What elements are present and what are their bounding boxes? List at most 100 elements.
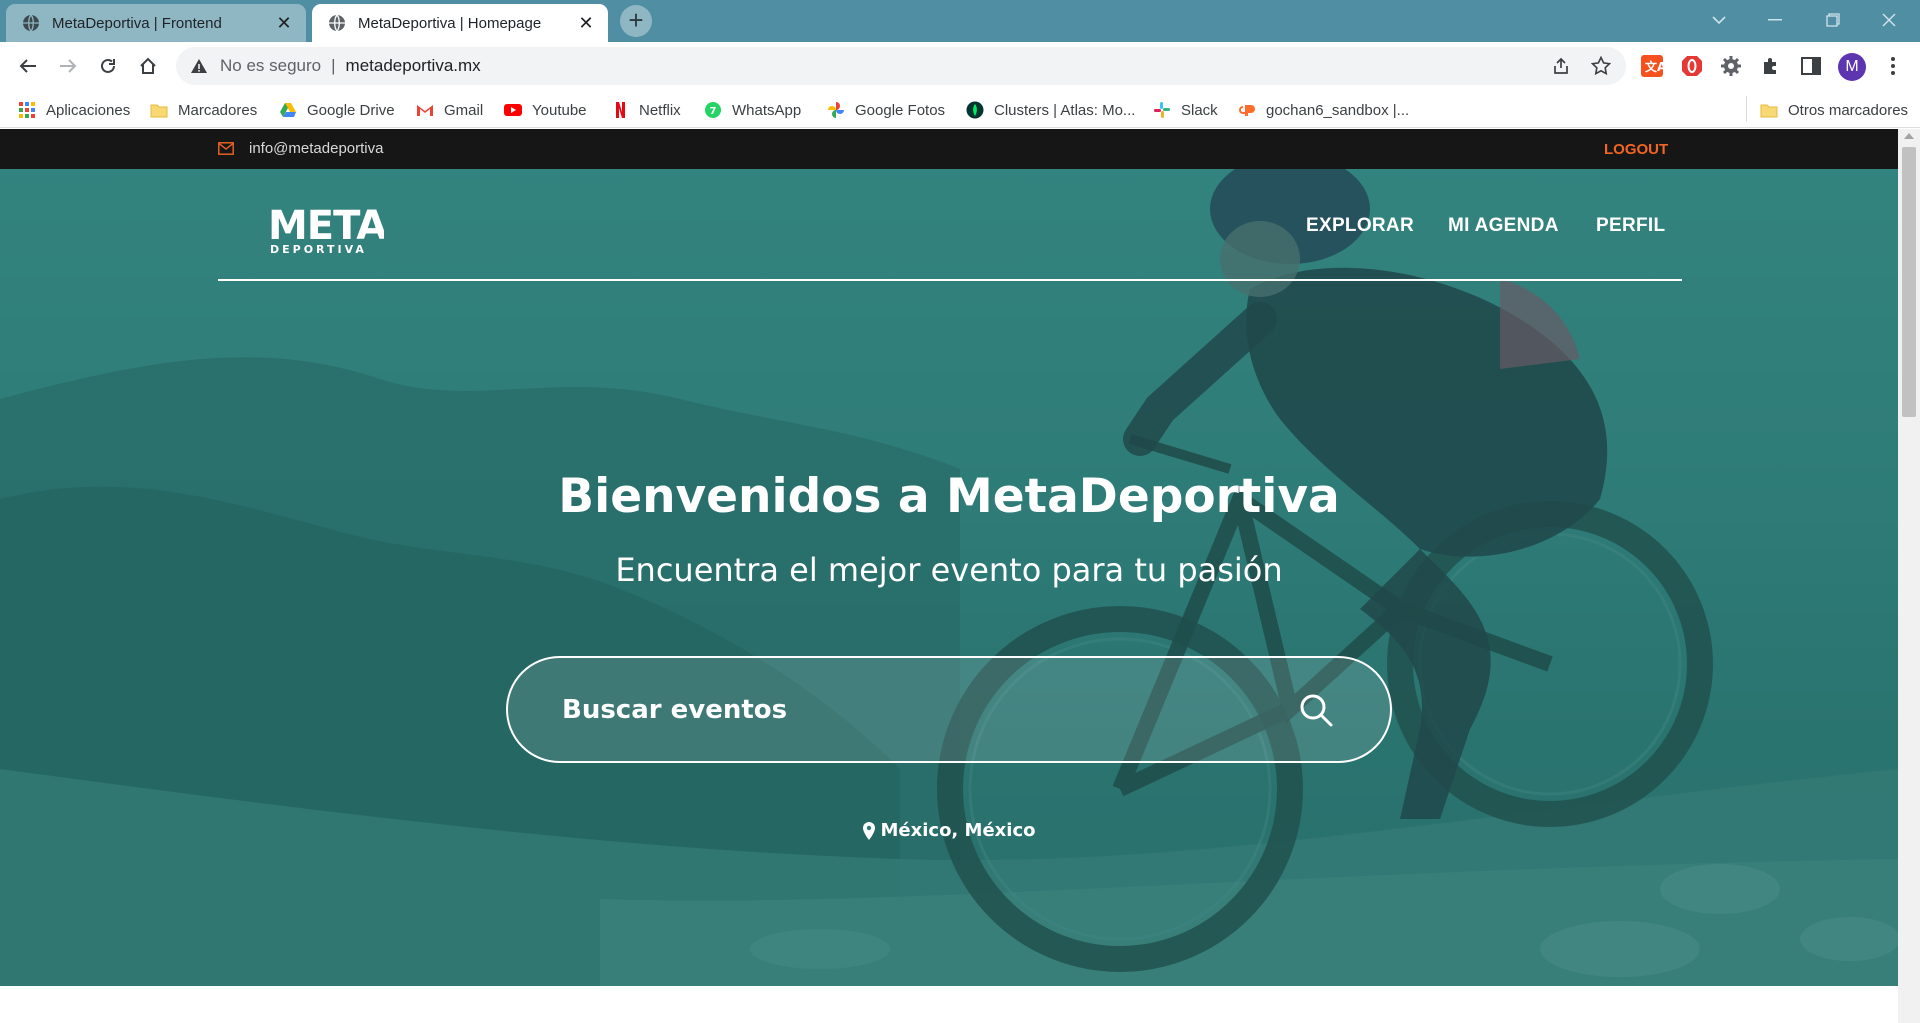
extensions-menu-button[interactable] bbox=[1759, 54, 1783, 78]
bookmark-aplicaciones[interactable]: Aplicaciones bbox=[18, 99, 130, 121]
bookmark-google-fotos[interactable]: Google Fotos bbox=[827, 99, 945, 121]
tab-strip: MetaDeportiva | Frontend ✕ MetaDeportiva… bbox=[0, 0, 1920, 42]
hero-title: Bienvenidos a MetaDeportiva bbox=[558, 469, 1340, 524]
scroll-up-arrow-icon[interactable] bbox=[1904, 133, 1914, 139]
mongodb-icon bbox=[966, 101, 984, 119]
close-icon bbox=[1882, 13, 1896, 27]
forward-button[interactable] bbox=[52, 50, 84, 82]
bookmark-label: Marcadores bbox=[178, 101, 258, 119]
gear-extension-icon bbox=[1721, 56, 1741, 76]
bookmark-gochan-sandbox[interactable]: gochan6_sandbox |... bbox=[1238, 99, 1409, 121]
bookmark-label: Google Drive bbox=[307, 101, 395, 119]
scrollbar-thumb[interactable] bbox=[1902, 147, 1916, 417]
bookmark-atlas[interactable]: Clusters | Atlas: Mo... bbox=[966, 99, 1135, 121]
close-tab-icon[interactable]: ✕ bbox=[576, 13, 596, 33]
bookmark-label: gochan6_sandbox |... bbox=[1266, 101, 1410, 119]
bookmark-label: Netflix bbox=[639, 101, 681, 119]
share-icon bbox=[1554, 57, 1568, 74]
location-selector[interactable]: México, México bbox=[0, 820, 1898, 841]
side-panel-button[interactable] bbox=[1799, 54, 1823, 78]
logout-link[interactable]: LOGOUT bbox=[1604, 141, 1668, 158]
star-icon bbox=[1591, 56, 1611, 76]
contact-email[interactable]: info@metadeportiva bbox=[249, 140, 383, 157]
search-input[interactable] bbox=[562, 688, 1262, 732]
globe-icon bbox=[23, 14, 39, 32]
nav-divider bbox=[218, 279, 1682, 281]
restore-icon bbox=[1826, 13, 1840, 27]
bookmark-google-drive[interactable]: Google Drive bbox=[279, 99, 395, 121]
home-icon bbox=[140, 57, 156, 74]
slack-icon bbox=[1154, 102, 1170, 118]
svg-text:DEPORTIVA: DEPORTIVA bbox=[270, 243, 367, 255]
bookmarks-bar: Aplicaciones Marcadores Google Drive Gma… bbox=[0, 90, 1920, 128]
nav-mi-agenda[interactable]: MI AGENDA bbox=[1448, 215, 1559, 237]
location-label: México, México bbox=[880, 820, 1036, 841]
plus-icon: + bbox=[628, 5, 644, 35]
whatsapp-icon: 7 bbox=[705, 102, 721, 118]
nav-perfil[interactable]: PERFIL bbox=[1596, 215, 1665, 237]
photos-icon bbox=[828, 102, 844, 118]
puzzle-icon bbox=[1764, 58, 1776, 74]
bookmark-whatsapp[interactable]: 7 WhatsApp bbox=[704, 99, 801, 121]
browser-toolbar: No es seguro | metadeportiva.mx 文A M bbox=[0, 42, 1920, 90]
bookmark-label: WhatsApp bbox=[732, 101, 802, 119]
event-search-box[interactable] bbox=[506, 656, 1392, 763]
close-window-button[interactable] bbox=[1866, 4, 1912, 36]
bookmark-label: Clusters | Atlas: Mo... bbox=[994, 101, 1136, 119]
reload-button[interactable] bbox=[92, 50, 124, 82]
bookmark-youtube[interactable]: Youtube bbox=[504, 99, 587, 121]
bookmarks-divider bbox=[1746, 96, 1747, 122]
extension-2-button[interactable] bbox=[1680, 54, 1704, 78]
security-label[interactable]: No es seguro bbox=[220, 56, 321, 76]
hero-subtitle: Encuentra el mejor evento para tu pasión bbox=[615, 551, 1283, 589]
svg-text:文A: 文A bbox=[1645, 59, 1663, 74]
back-button[interactable] bbox=[12, 50, 44, 82]
bookmark-label: Slack bbox=[1181, 101, 1218, 119]
gmail-icon bbox=[417, 105, 433, 116]
bookmark-label: Otros marcadores bbox=[1788, 101, 1909, 119]
folder-icon bbox=[150, 104, 168, 118]
minimize-button[interactable] bbox=[1752, 4, 1798, 36]
bookmark-gmail[interactable]: Gmail bbox=[416, 99, 483, 121]
bookmark-label: Youtube bbox=[532, 101, 587, 119]
bookmark-netflix[interactable]: Netflix bbox=[611, 99, 681, 121]
extension-1-button[interactable]: 文A bbox=[1640, 54, 1664, 78]
metadeportiva-logo[interactable]: META DEPORTIVA bbox=[268, 201, 384, 255]
shield-extension-icon bbox=[1682, 56, 1702, 76]
tab-search-button[interactable] bbox=[1696, 4, 1742, 36]
chrome-menu-button[interactable] bbox=[1881, 54, 1905, 78]
tab-frontend[interactable]: MetaDeportiva | Frontend ✕ bbox=[6, 4, 306, 42]
bookmark-label: Gmail bbox=[444, 101, 484, 119]
search-icon[interactable] bbox=[1298, 692, 1334, 728]
address-separator: | bbox=[331, 56, 336, 75]
arrow-left-icon bbox=[19, 59, 36, 73]
bookmark-marcadores[interactable]: Marcadores bbox=[150, 99, 257, 121]
close-tab-icon[interactable]: ✕ bbox=[274, 13, 294, 33]
map-pin-icon bbox=[862, 821, 875, 840]
tab-homepage[interactable]: MetaDeportiva | Homepage ✕ bbox=[312, 4, 608, 42]
bookmark-star-button[interactable] bbox=[1586, 51, 1616, 81]
profile-avatar[interactable]: M bbox=[1838, 53, 1866, 81]
share-button[interactable] bbox=[1546, 51, 1576, 81]
minimize-icon bbox=[1768, 19, 1782, 21]
bookmark-slack[interactable]: Slack bbox=[1153, 99, 1218, 121]
reload-icon bbox=[101, 58, 115, 73]
arrow-right-icon bbox=[60, 59, 77, 73]
home-button[interactable] bbox=[132, 50, 164, 82]
restore-button[interactable] bbox=[1810, 4, 1856, 36]
page-scrollbar[interactable] bbox=[1898, 129, 1920, 1023]
extension-3-button[interactable] bbox=[1719, 54, 1743, 78]
bookmark-label: Aplicaciones bbox=[46, 101, 131, 119]
url-text[interactable]: metadeportiva.mx bbox=[346, 56, 481, 76]
nav-explorar[interactable]: EXPLORAR bbox=[1306, 215, 1414, 237]
new-tab-button[interactable]: + bbox=[620, 5, 652, 37]
chevron-down-icon bbox=[1712, 16, 1726, 25]
hero-section: META DEPORTIVA EXPLORAR MI AGENDA PERFIL… bbox=[0, 169, 1898, 986]
site-topbar: info@metadeportiva LOGOUT bbox=[0, 129, 1898, 169]
web-page: info@metadeportiva LOGOUT META DEPORTIVA… bbox=[0, 129, 1898, 1023]
address-bar[interactable]: No es seguro | metadeportiva.mx bbox=[176, 47, 1626, 85]
folder-icon bbox=[1760, 104, 1778, 118]
bookmark-otros-marcadores[interactable]: Otros marcadores bbox=[1760, 99, 1908, 121]
youtube-icon bbox=[504, 104, 522, 116]
bookmark-label: Google Fotos bbox=[855, 101, 946, 119]
